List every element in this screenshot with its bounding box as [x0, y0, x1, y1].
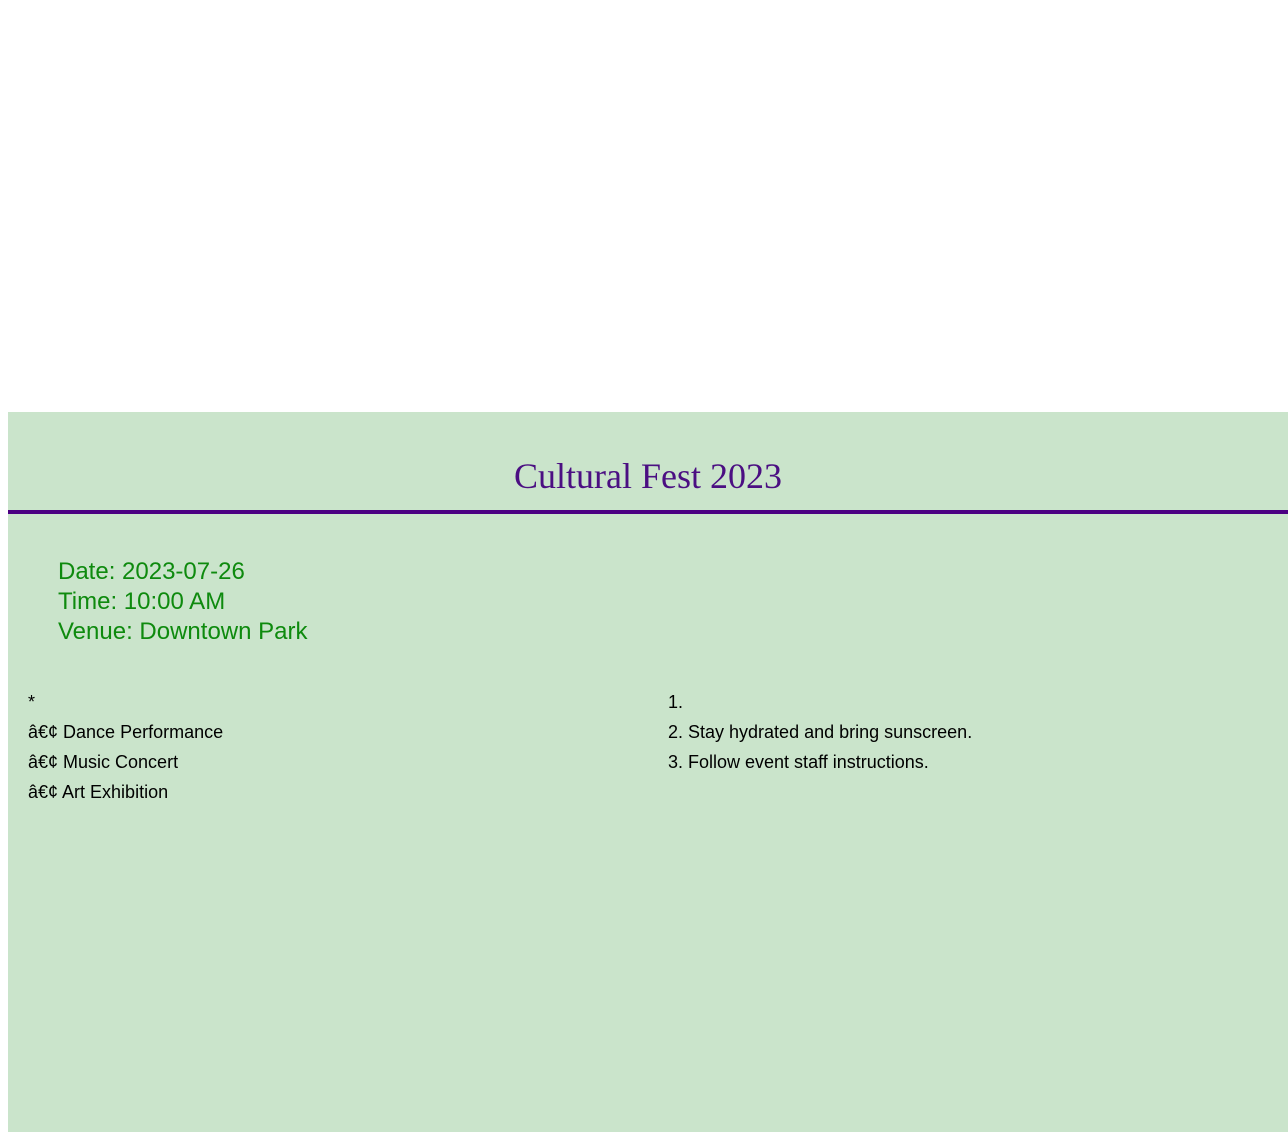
- event-time: Time: 10:00 AM: [58, 588, 226, 615]
- list-item: â€¢ Art Exhibition: [28, 782, 169, 802]
- title-divider: [8, 510, 1288, 514]
- list-item: 2. Stay hydrated and bring sunscreen.: [668, 722, 973, 742]
- list-item: â€¢ Music Concert: [28, 752, 179, 772]
- event-date: Date: 2023-07-26: [58, 558, 245, 585]
- activities-marker: *: [28, 692, 36, 712]
- list-item: 1.: [668, 692, 684, 712]
- activities-list: * â€¢ Dance Performance â€¢ Music Concer…: [28, 687, 223, 807]
- event-panel: Cultural Fest 2023 Date: 2023-07-26 Time…: [8, 412, 1288, 1132]
- guidelines-list: 1. 2. Stay hydrated and bring sunscreen.…: [668, 687, 972, 777]
- page-title: Cultural Fest 2023: [514, 456, 782, 496]
- event-details: Date: 2023-07-26 Time: 10:00 AM Venue: D…: [58, 557, 307, 647]
- list-item: 3. Follow event staff instructions.: [668, 752, 929, 772]
- list-item: â€¢ Dance Performance: [28, 722, 224, 742]
- event-venue: Venue: Downtown Park: [58, 618, 308, 645]
